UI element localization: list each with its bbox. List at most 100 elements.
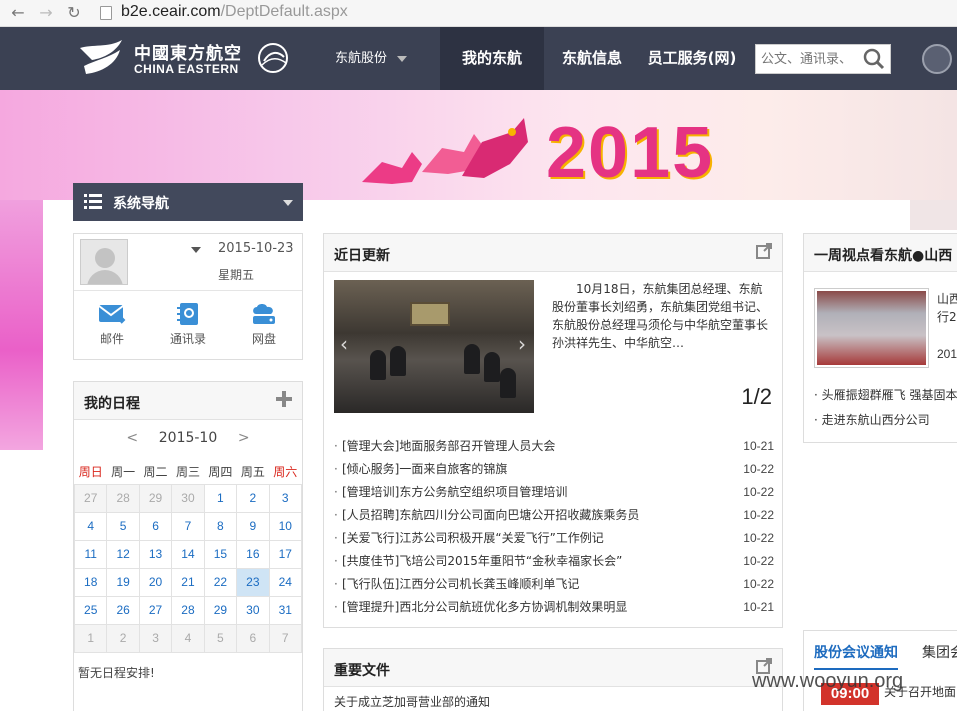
calendar-day[interactable]: 26 — [106, 595, 140, 625]
nav-staff-service[interactable]: 员工服务(网) — [640, 27, 744, 90]
forward-arrow-icon[interactable]: → — [36, 3, 56, 23]
news-summary[interactable]: 10月18日，东航集团总经理、东航股份董事长刘绍勇，东航集团党组书记、东航股份总… — [552, 280, 772, 352]
china-eastern-logo-icon[interactable] — [78, 38, 126, 78]
calendar-day[interactable]: 5 — [106, 511, 140, 541]
weekly-text[interactable]: 行2 — [937, 308, 957, 325]
calendar-day[interactable]: 9 — [236, 511, 270, 541]
calendar-day[interactable]: 10 — [268, 511, 303, 541]
news-date: 10-22 — [743, 554, 774, 568]
news-title[interactable]: [管理大会]地面服务部召开管理人员大会 — [342, 439, 555, 453]
chevron-left-icon[interactable]: ‹ — [340, 332, 348, 356]
calendar-day[interactable]: 24 — [268, 567, 303, 597]
news-date: 10-22 — [743, 462, 774, 476]
calendar-day-today[interactable]: 23 — [236, 567, 270, 597]
chevron-right-icon[interactable]: › — [518, 332, 526, 356]
calendar-day[interactable]: 1 — [203, 483, 238, 513]
list-item[interactable]: [飞行队伍]江西分公司机长龚玉峰顺利单飞记 10-22 — [334, 573, 774, 596]
reload-icon[interactable]: ↻ — [64, 3, 84, 23]
calendar-day[interactable]: 28 — [171, 595, 205, 625]
profile-menu-chevron-icon[interactable] — [191, 247, 201, 253]
calendar-day[interactable]: 14 — [171, 539, 205, 569]
chevron-right-icon[interactable]: > — [234, 430, 254, 446]
calendar-day[interactable]: 25 — [73, 595, 108, 625]
weekday-sat: 周六 — [273, 465, 298, 480]
news-title[interactable]: [管理培训]东方公务航空组织项目管理培训 — [342, 485, 567, 499]
calendar-day[interactable]: 15 — [203, 539, 238, 569]
weekly-link-text: 头雁振翅群雁飞 强基固本 — [821, 388, 957, 402]
list-item[interactable]: [管理大会]地面服务部召开管理人员大会 10-21 — [334, 435, 774, 458]
weekly-thumbnail[interactable] — [814, 288, 929, 368]
calendar-day[interactable]: 16 — [236, 539, 270, 569]
calendar-day[interactable]: 18 — [73, 567, 108, 597]
tab-company-meetings[interactable]: 股份会议通知 — [814, 642, 898, 670]
tab-group-meetings[interactable]: 集团会 — [922, 642, 957, 662]
contacts-label: 通讯录 — [169, 332, 206, 346]
weekly-link[interactable]: · 头雁振翅群雁飞 强基固本 — [814, 386, 957, 403]
list-item[interactable]: [人员招聘]东航四川分公司面向巴塘公开招收藏族乘务员 10-22 — [334, 504, 774, 527]
list-item[interactable]: [共度佳节]飞培公司2015年重阳节“金秋幸福家长会” 10-22 — [334, 550, 774, 573]
search-box — [755, 44, 891, 74]
news-title[interactable]: [人员招聘]东航四川分公司面向巴塘公开招收藏族乘务员 — [342, 508, 639, 522]
calendar-day[interactable]: 17 — [268, 539, 303, 569]
user-avatar-icon[interactable] — [922, 44, 952, 74]
external-link-icon[interactable] — [756, 243, 772, 259]
back-arrow-icon[interactable]: ← — [8, 3, 28, 23]
system-nav-dropdown[interactable]: 系统导航 — [73, 183, 303, 221]
calendar-day[interactable]: 2 — [236, 483, 270, 513]
news-title[interactable]: [管理提升]西北分公司航班优化多方协调机制效果明显 — [342, 600, 627, 614]
list-item[interactable]: [管理培训]东方公务航空组织项目管理培训 10-22 — [334, 481, 774, 504]
news-title[interactable]: [飞行队伍]江西分公司机长龚玉峰顺利单飞记 — [342, 577, 579, 591]
list-item[interactable]: [管理提升]西北分公司航班优化多方协调机制效果明显 10-21 — [334, 596, 774, 619]
calendar-day[interactable]: 4 — [171, 623, 205, 653]
chevron-left-icon[interactable]: < — [122, 430, 142, 446]
calendar-day[interactable]: 29 — [203, 595, 238, 625]
doc-link[interactable]: 关于成立芝加哥营业部的通知 — [334, 693, 490, 710]
calendar-day[interactable]: 30 — [171, 483, 205, 513]
calendar-day[interactable]: 11 — [73, 539, 108, 569]
calendar-day[interactable]: 6 — [138, 511, 173, 541]
calendar-day[interactable]: 28 — [106, 483, 140, 513]
avatar[interactable] — [80, 239, 128, 285]
calendar-day[interactable]: 2 — [106, 623, 140, 653]
calendar-day[interactable]: 27 — [138, 595, 173, 625]
calendar-day[interactable]: 29 — [138, 483, 173, 513]
calendar-day[interactable]: 20 — [138, 567, 173, 597]
weekly-link[interactable]: · 走进东航山西分公司 — [814, 411, 930, 428]
calendar-day[interactable]: 4 — [73, 511, 108, 541]
search-input[interactable] — [756, 45, 860, 73]
calendar-day[interactable]: 3 — [268, 483, 303, 513]
calendar-day[interactable]: 30 — [236, 595, 270, 625]
nav-ceair-info[interactable]: 东航信息 — [544, 27, 640, 90]
calendar-day[interactable]: 19 — [106, 567, 140, 597]
news-title[interactable]: [关爱飞行]江苏公司积极开展“关爱飞行”工作例记 — [342, 531, 604, 545]
chevron-down-icon — [397, 55, 407, 62]
news-title[interactable]: [倾心服务]一面来自旅客的锦旗 — [342, 462, 507, 476]
calendar-day[interactable]: 31 — [268, 595, 303, 625]
nav-company-dropdown[interactable]: 东航股份 — [318, 27, 424, 90]
calendar-day[interactable]: 12 — [106, 539, 140, 569]
calendar-day[interactable]: 27 — [73, 483, 108, 513]
page-icon — [100, 6, 112, 20]
calendar-day[interactable]: 22 — [203, 567, 238, 597]
add-schedule-plus-icon[interactable] — [276, 391, 292, 407]
calendar-day[interactable]: 8 — [203, 511, 238, 541]
calendar-day[interactable]: 6 — [236, 623, 270, 653]
search-icon[interactable] — [862, 48, 886, 70]
news-photo[interactable]: ‹ › — [334, 280, 534, 413]
calendar-day[interactable]: 7 — [268, 623, 303, 653]
calendar-day[interactable]: 7 — [171, 511, 205, 541]
calendar-day[interactable]: 21 — [171, 567, 205, 597]
cloud-disk-link[interactable]: 网盘 — [234, 302, 294, 347]
calendar-day[interactable]: 3 — [138, 623, 173, 653]
mail-link[interactable]: 邮件 — [82, 302, 142, 347]
contacts-link[interactable]: 通讯录 — [158, 302, 218, 347]
calendar-day[interactable]: 5 — [203, 623, 238, 653]
weekly-text[interactable]: 山西 — [937, 290, 957, 307]
nav-my-ceair[interactable]: 我的东航 — [440, 27, 544, 90]
list-item[interactable]: [倾心服务]一面来自旅客的锦旗 10-22 — [334, 458, 774, 481]
address-bar[interactable]: b2e.ceair.com/DeptDefault.aspx — [121, 3, 348, 21]
list-item[interactable]: [关爱飞行]江苏公司积极开展“关爱飞行”工作例记 10-22 — [334, 527, 774, 550]
calendar-day[interactable]: 13 — [138, 539, 173, 569]
calendar-day[interactable]: 1 — [73, 623, 108, 653]
news-title[interactable]: [共度佳节]飞培公司2015年重阳节“金秋幸福家长会” — [342, 554, 622, 568]
